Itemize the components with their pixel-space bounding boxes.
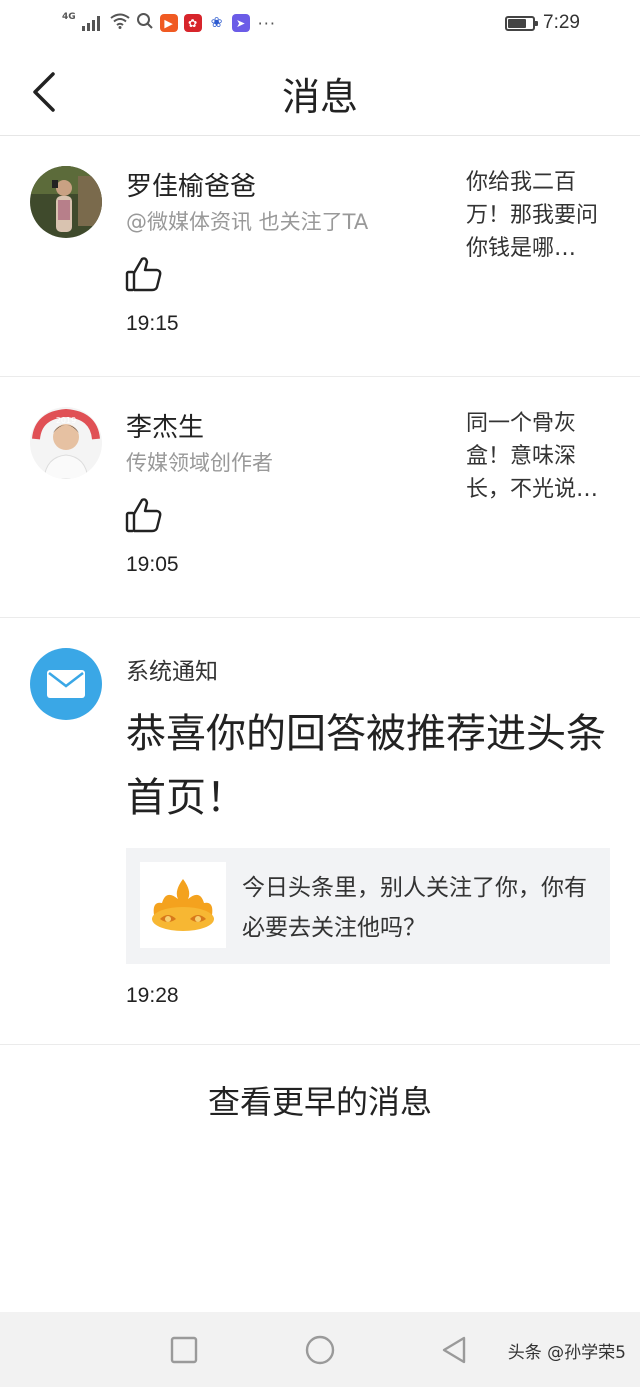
- view-earlier-button[interactable]: 查看更早的消息: [0, 1046, 640, 1158]
- square-recent-icon[interactable]: [168, 1334, 200, 1366]
- navigation-bar: 头条 @孙学荣5: [0, 1312, 640, 1387]
- avatar[interactable]: [30, 166, 102, 238]
- system-notification: 系统通知 恭喜你的回答被推荐进头条首页！ 今日头条里，别人关注了你，你有必要去关…: [0, 618, 640, 1045]
- app-icon-baidu: ❀: [207, 14, 226, 32]
- message-preview[interactable]: 你给我二百万！那我要问你钱是哪…: [466, 166, 616, 265]
- avatar[interactable]: 2019: [30, 407, 102, 479]
- wifi-icon: [110, 13, 130, 33]
- message-item[interactable]: 2019 李杰生 传媒领域创作者 19:05 同一个骨灰盒！意味深长，不光说…: [0, 377, 640, 618]
- triangle-back-icon[interactable]: [438, 1334, 470, 1366]
- network-type: 4G: [62, 12, 76, 22]
- system-label: 系统通知: [126, 659, 218, 685]
- app-icon-purple: ➤: [231, 14, 250, 32]
- message-subtitle: @微媒体资讯 也关注了TA: [126, 210, 369, 234]
- message-time: 19:15: [126, 312, 179, 335]
- header: 消息: [0, 48, 640, 136]
- app-icon-orange: ▶: [159, 14, 178, 32]
- search-icon: [136, 12, 154, 34]
- status-bar: 4G ▶ ✿ ❀ ➤ ··· 7:29: [0, 0, 640, 48]
- message-sender-name[interactable]: 罗佳榆爸爸: [126, 166, 256, 203]
- mail-icon: [30, 648, 102, 720]
- system-headline: 恭喜你的回答被推荐进头条首页！: [126, 711, 606, 821]
- message-sender-name[interactable]: 李杰生: [126, 407, 204, 444]
- circle-home-icon[interactable]: [304, 1334, 336, 1366]
- more-dots-icon: ···: [257, 13, 276, 33]
- signal-icon: [81, 15, 104, 31]
- status-left: 4G ▶ ✿ ❀ ➤ ···: [62, 12, 276, 34]
- system-card-text: 今日头条里，别人关注了你，你有必要去关注他吗？: [242, 875, 587, 941]
- golden-cloud-icon: [140, 862, 226, 948]
- system-linked-card[interactable]: 今日头条里，别人关注了你，你有必要去关注他吗？: [126, 848, 610, 964]
- svg-text:2019: 2019: [56, 416, 76, 425]
- app-icon-huawei: ✿: [183, 14, 202, 32]
- status-right: 7:29: [505, 12, 580, 34]
- message-time: 19:05: [126, 553, 179, 576]
- watermark: 头条 @孙学荣5: [507, 1343, 626, 1363]
- battery-icon: [505, 15, 539, 31]
- message-subtitle: 传媒领域创作者: [126, 451, 273, 475]
- battery-fill: [508, 18, 527, 28]
- status-time: 7:29: [543, 12, 580, 33]
- message-preview[interactable]: 同一个骨灰盒！意味深长，不光说…: [466, 407, 616, 506]
- page-title: 消息: [281, 75, 358, 119]
- message-item[interactable]: 罗佳榆爸爸 @微媒体资讯 也关注了TA 19:15 你给我二百万！那我要问你钱是…: [0, 136, 640, 377]
- system-time: 19:28: [126, 984, 179, 1007]
- thumbs-up-icon[interactable]: [124, 254, 164, 294]
- thumbs-up-icon[interactable]: [124, 495, 164, 535]
